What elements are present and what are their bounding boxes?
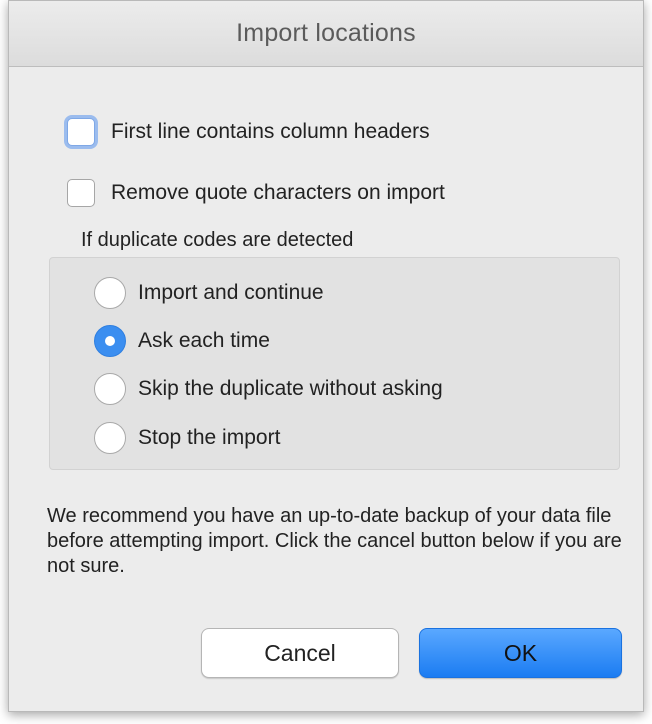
radio-label[interactable]: Import and continue [138,281,324,305]
duplicate-codes-group: Import and continue Ask each time Skip t… [49,257,620,470]
import-locations-dialog: Import locations First line contains col… [8,0,644,712]
remove-quotes-checkbox[interactable] [67,179,95,207]
first-line-headers-checkbox[interactable] [67,118,95,146]
radio-button[interactable] [94,373,126,405]
ok-button[interactable]: OK [419,628,622,678]
dialog-title: Import locations [236,19,416,47]
remove-quotes-label[interactable]: Remove quote characters on import [111,181,445,205]
backup-recommendation-text: We recommend you have an up-to-date back… [47,505,622,577]
radio-button[interactable] [94,277,126,309]
duplicate-codes-group-label: If duplicate codes are detected [81,229,354,251]
first-line-headers-option[interactable]: First line contains column headers [67,114,430,150]
first-line-headers-label[interactable]: First line contains column headers [111,120,430,144]
dialog-titlebar[interactable]: Import locations [9,1,643,67]
radio-label[interactable]: Stop the import [138,426,280,450]
radio-label[interactable]: Ask each time [138,329,270,353]
radio-import-and-continue[interactable]: Import and continue [94,275,324,311]
radio-ask-each-time[interactable]: Ask each time [94,323,270,359]
radio-label[interactable]: Skip the duplicate without asking [138,377,443,401]
radio-stop-import[interactable]: Stop the import [94,420,280,456]
radio-button-selected[interactable] [94,325,126,357]
radio-skip-duplicate[interactable]: Skip the duplicate without asking [94,371,443,407]
remove-quotes-option[interactable]: Remove quote characters on import [67,175,445,211]
radio-button[interactable] [94,422,126,454]
cancel-button[interactable]: Cancel [201,628,399,678]
